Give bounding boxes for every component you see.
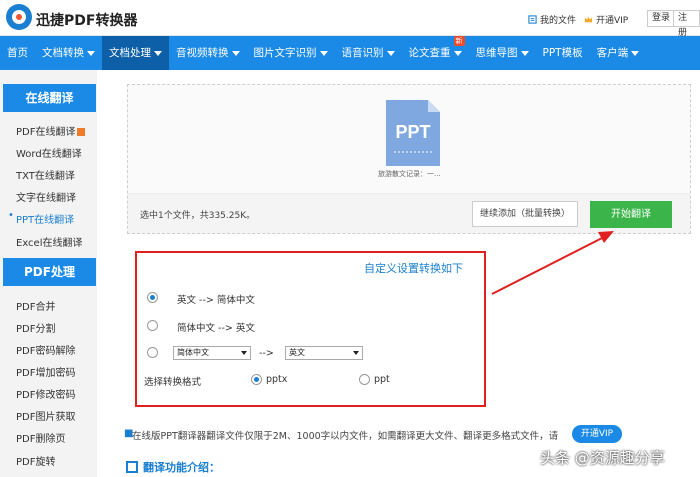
nav-ppt-template[interactable]: PPT模板 — [536, 36, 590, 70]
caret-down-icon — [154, 50, 162, 56]
sidebar-item-label: PDF在线翻译 — [16, 127, 76, 138]
sidebar-item-pdf-unlock[interactable]: PDF密码解除 — [16, 342, 75, 357]
nav-ocr-label: 图片文字识别 — [253, 47, 317, 59]
vip-label: 开通VIP — [596, 16, 629, 26]
vip-link[interactable]: 开通VIP — [584, 13, 628, 26]
login-button[interactable]: 登录 — [647, 10, 676, 27]
sidebar-item-pdf-translate[interactable]: PDF在线翻译 — [16, 123, 86, 138]
sidebar-item-pdf-rotate[interactable]: PDF旋转 — [16, 453, 55, 468]
sidebar-item-text-translate[interactable]: 文字在线翻译 — [16, 189, 76, 204]
nav-mindmap-label: 思维导图 — [475, 47, 518, 59]
document-icon — [126, 461, 138, 473]
nav-paper-check[interactable]: 论文查重新 — [402, 36, 469, 70]
sidebar-item-pdf-delete-page[interactable]: PDF删除页 — [16, 430, 65, 445]
nav-home-label: 首页 — [7, 47, 28, 59]
highlight-box — [135, 251, 486, 407]
open-vip-button[interactable]: 开通VIP — [572, 425, 622, 443]
nav-av-convert-label: 音视频转换 — [176, 47, 229, 59]
caret-down-icon — [231, 50, 240, 56]
add-files-button[interactable]: 继续添加（批量转换） — [472, 201, 578, 227]
notice-text: 在线版PPT翻译器翻译文件仅限于2M、1000字以内文件，如需翻译更大文件、翻译… — [132, 431, 559, 442]
nav-doc-convert[interactable]: 文档转换 — [35, 36, 102, 70]
nav-speech[interactable]: 语音识别 — [335, 36, 402, 70]
caret-down-icon — [87, 50, 95, 56]
file-icon — [528, 15, 537, 24]
ppt-file-icon[interactable]: PPT — [386, 100, 440, 166]
file-name: 旅游散文记录：一... — [378, 170, 441, 178]
nav-ppt-template-label: PPT模板 — [542, 47, 583, 59]
caret-down-icon — [386, 50, 395, 56]
sidebar: 在线翻译 PDF在线翻译 Word在线翻译 TXT在线翻译 文字在线翻译 PPT… — [0, 70, 97, 477]
register-button[interactable]: 注册 — [673, 10, 700, 38]
hot-badge-icon — [77, 128, 86, 136]
nav-mindmap[interactable]: 思维导图 — [469, 36, 536, 70]
sidebar-section-online-translate: 在线翻译 — [3, 84, 96, 112]
sidebar-item-pdf-change-password[interactable]: PDF修改密码 — [16, 386, 75, 401]
nav-av-convert[interactable]: 音视频转换 — [169, 36, 247, 70]
nav-doc-process[interactable]: 文档处理 — [102, 36, 169, 70]
crown-icon — [584, 16, 593, 23]
nav-home[interactable]: 首页 — [0, 36, 35, 70]
nav-speech-label: 语音识别 — [341, 47, 384, 59]
nav-client[interactable]: 客户端 — [590, 36, 647, 70]
start-translate-button[interactable]: 开始翻译 — [590, 201, 672, 228]
nav-doc-convert-label: 文档转换 — [42, 47, 84, 59]
app-logo-icon[interactable] — [6, 4, 32, 30]
sidebar-item-pdf-add-password[interactable]: PDF增加密码 — [16, 364, 75, 379]
sidebar-section-pdf-process: PDF处理 — [3, 258, 96, 286]
sidebar-item-pdf-split[interactable]: PDF分割 — [16, 320, 55, 335]
sidebar-item-txt-translate[interactable]: TXT在线翻译 — [16, 167, 75, 182]
intro-heading: 翻译功能介绍： — [126, 459, 220, 475]
intro-title: 翻译功能介绍： — [143, 461, 220, 474]
sidebar-item-word-translate[interactable]: Word在线翻译 — [16, 145, 82, 160]
nav-paper-check-label: 论文查重 — [408, 47, 451, 59]
app-title[interactable]: 迅捷PDF转换器 — [36, 10, 137, 30]
my-files-label: 我的文件 — [540, 16, 577, 26]
sidebar-item-excel-translate[interactable]: Excel在线翻译 — [16, 234, 83, 249]
file-type-text: PPT — [395, 122, 430, 142]
caret-down-icon — [319, 50, 328, 56]
nav-doc-process-label: 文档处理 — [109, 47, 151, 59]
file-count-text: 选中1个文件，共335.25K。 — [140, 211, 256, 221]
top-header: 迅捷PDF转换器 我的文件 开通VIP 登录 注册 — [0, 0, 700, 38]
main-nav: 首页 文档转换 文档处理 音视频转换 图片文字识别 语音识别 论文查重新 思维导… — [0, 36, 700, 70]
new-badge: 新 — [453, 36, 465, 46]
watermark-text: 头条 @资源趣分享 — [540, 449, 665, 467]
upload-area[interactable]: PPT 旅游散文记录：一... 选中1个文件，共335.25K。 继续添加（批量… — [127, 84, 691, 234]
sidebar-item-pdf-merge[interactable]: PDF合并 — [16, 298, 55, 313]
nav-ocr[interactable]: 图片文字识别 — [247, 36, 335, 70]
nav-client-label: 客户端 — [596, 47, 629, 59]
caret-down-icon — [631, 50, 640, 56]
caret-down-icon — [453, 50, 462, 56]
my-files-link[interactable]: 我的文件 — [528, 13, 576, 26]
caret-down-icon — [520, 50, 529, 56]
upload-footer: 选中1个文件，共335.25K。 继续添加（批量转换） 开始翻译 — [128, 193, 690, 233]
sidebar-item-ppt-translate[interactable]: PPT在线翻译 — [8, 210, 74, 226]
sidebar-item-pdf-extract-images[interactable]: PDF图片获取 — [16, 408, 75, 423]
